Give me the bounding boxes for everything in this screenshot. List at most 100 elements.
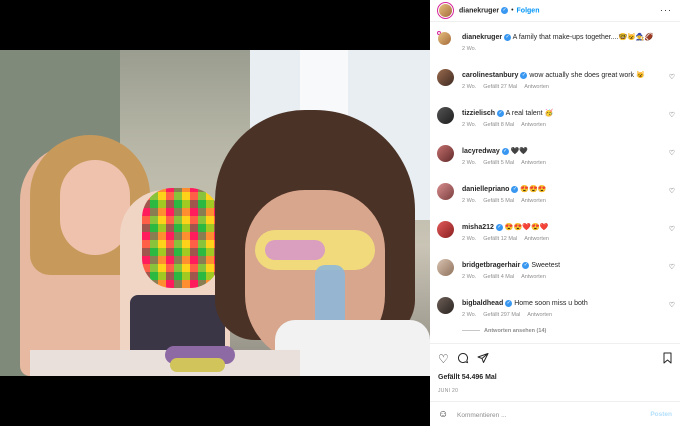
comment-username[interactable]: tizzielisch <box>462 110 495 117</box>
verified-icon: ✓ <box>520 71 528 79</box>
post-comment-button[interactable]: Posten <box>650 411 672 418</box>
verified-icon: ✓ <box>511 185 519 193</box>
comment-username[interactable]: carolinestanbury <box>462 72 518 79</box>
comment-age: 2 Wo. <box>462 312 477 318</box>
commenter-avatar[interactable] <box>437 145 454 162</box>
comment-likes[interactable]: Gefällt 8 Mal <box>483 122 514 128</box>
post-header: dianekruger ✓ • Folgen ··· <box>430 0 680 22</box>
comment-text: 🖤🖤 <box>510 148 529 155</box>
comment-age: 2 Wo. <box>462 160 477 166</box>
caption-avatar-ring[interactable] <box>437 31 451 45</box>
view-replies-label[interactable]: Antworten ansehen (14) <box>484 328 546 334</box>
comment-likes[interactable]: Gefällt 4 Mal <box>483 274 514 280</box>
comment-meta: 2 Wo. Gefällt 27 Mal Antworten <box>462 84 556 90</box>
caption-meta: 2 Wo. <box>462 46 483 52</box>
bookmark-icon[interactable] <box>662 352 673 367</box>
add-comment-bar: ☺ Posten <box>430 401 680 426</box>
heart-icon[interactable]: ♡ <box>669 263 675 271</box>
comment-likes[interactable]: Gefällt 5 Mal <box>483 198 514 204</box>
comment-age: 2 Wo. <box>462 274 477 280</box>
comment-input[interactable] <box>457 408 642 422</box>
commenter-avatar[interactable] <box>437 259 454 276</box>
comments-list: dianekruger ✓ A family that make-ups toge… <box>430 22 680 344</box>
comment-age: 2 Wo. <box>462 236 477 242</box>
commenter-avatar[interactable] <box>437 183 454 200</box>
verified-icon: ✓ <box>505 299 513 307</box>
verified-icon: ✓ <box>501 6 509 14</box>
bookmark-icon-svg <box>663 352 672 364</box>
post-actions: ♡ <box>430 344 680 374</box>
comment-text: 😍😍❤️😍❤️ <box>504 224 549 231</box>
comment-text: 😍😍😍 <box>520 186 547 193</box>
comment-username[interactable]: daniellepriano <box>462 186 509 193</box>
comment-body: lacyredway ✓ 🖤🖤 <box>462 147 662 156</box>
view-replies-button[interactable]: Antworten ansehen (14) <box>462 328 546 334</box>
likes-count[interactable]: Gefällt 54.496 Mal <box>438 374 497 381</box>
separator-dot: • <box>511 7 514 15</box>
caption-text: A family that make-ups together....🤓😺🧙🏈 <box>512 34 654 41</box>
comment-username[interactable]: bridgetbragerhair <box>462 262 520 269</box>
paint-palette-yellow <box>170 358 225 372</box>
author-avatar-ring[interactable] <box>437 2 454 19</box>
comment-body: daniellepriano ✓ 😍😍😍 <box>462 185 662 194</box>
comment-likes[interactable]: Gefällt 5 Mal <box>483 160 514 166</box>
heart-icon[interactable]: ♡ <box>669 187 675 195</box>
caption-body: dianekruger ✓ A family that make-ups toge… <box>462 33 662 42</box>
comment-icon[interactable] <box>457 352 469 367</box>
commenter-avatar[interactable] <box>437 221 454 238</box>
comment-body: misha212 ✓ 😍😍❤️😍❤️ <box>462 223 662 232</box>
comment-username[interactable]: bigbaldhead <box>462 300 503 307</box>
comment-likes[interactable]: Gefällt 297 Mal <box>483 312 520 318</box>
caption-username[interactable]: dianekruger <box>462 34 502 41</box>
reply-button[interactable]: Antworten <box>521 198 546 204</box>
commenter-avatar[interactable] <box>437 69 454 86</box>
heart-icon[interactable]: ♡ <box>669 73 675 81</box>
verified-icon: ✓ <box>495 223 503 231</box>
verified-icon: ✓ <box>501 147 509 155</box>
post-date: JUNI 20 <box>438 388 459 394</box>
verified-icon: ✓ <box>522 261 530 269</box>
author-username[interactable]: dianekruger <box>459 7 499 14</box>
caption-avatar[interactable] <box>438 32 451 45</box>
comment-meta: 2 Wo. Gefällt 4 Mal Antworten <box>462 274 553 280</box>
comment-meta: 2 Wo. Gefällt 8 Mal Antworten <box>462 122 553 128</box>
author-avatar[interactable] <box>439 4 452 17</box>
comment-username[interactable]: misha212 <box>462 224 494 231</box>
pixelated-face <box>142 188 220 288</box>
post-photo[interactable] <box>0 50 430 376</box>
replies-divider <box>462 330 480 332</box>
author-block: dianekruger ✓ • Folgen <box>459 6 540 15</box>
reply-button[interactable]: Antworten <box>527 312 552 318</box>
more-dots-icon[interactable]: ··· <box>660 5 672 15</box>
share-icon-svg <box>477 353 489 363</box>
comment-meta: 2 Wo. Gefällt 5 Mal Antworten <box>462 198 553 204</box>
follow-button[interactable]: Folgen <box>517 7 540 14</box>
heart-icon[interactable]: ♡ <box>438 352 449 366</box>
emoji-icon[interactable]: ☺ <box>438 409 448 420</box>
heart-icon[interactable]: ♡ <box>669 149 675 157</box>
comment-likes[interactable]: Gefällt 12 Mal <box>483 236 517 242</box>
comment-text: wow actually she does great work 😺 <box>529 72 645 79</box>
heart-icon[interactable]: ♡ <box>669 225 675 233</box>
reply-button[interactable]: Antworten <box>521 122 546 128</box>
reply-button[interactable]: Antworten <box>524 236 549 242</box>
heart-icon[interactable]: ♡ <box>669 111 675 119</box>
comment-body: bridgetbragerhair ✓ Sweetest <box>462 261 662 270</box>
reply-button[interactable]: Antworten <box>521 274 546 280</box>
heart-icon[interactable]: ♡ <box>669 301 675 309</box>
reply-button[interactable]: Antworten <box>521 160 546 166</box>
comment-age: 2 Wo. <box>462 198 477 204</box>
face-paint-pink <box>265 240 325 260</box>
verified-icon: ✓ <box>504 33 512 41</box>
commenter-avatar[interactable] <box>437 107 454 124</box>
reply-button[interactable]: Antworten <box>524 84 549 90</box>
comment-text: A real talent 🥳 <box>505 110 554 117</box>
post-sidebar: dianekruger ✓ • Folgen ··· dianekruger ✓ A f… <box>430 0 680 426</box>
comment-age: 2 Wo. <box>462 122 477 128</box>
comment-meta: 2 Wo. Gefällt 12 Mal Antworten <box>462 236 556 242</box>
share-icon[interactable] <box>477 352 489 367</box>
comment-username[interactable]: lacyredway <box>462 148 500 155</box>
comment-likes[interactable]: Gefällt 27 Mal <box>483 84 517 90</box>
commenter-avatar[interactable] <box>437 297 454 314</box>
comment-age: 2 Wo. <box>462 84 477 90</box>
